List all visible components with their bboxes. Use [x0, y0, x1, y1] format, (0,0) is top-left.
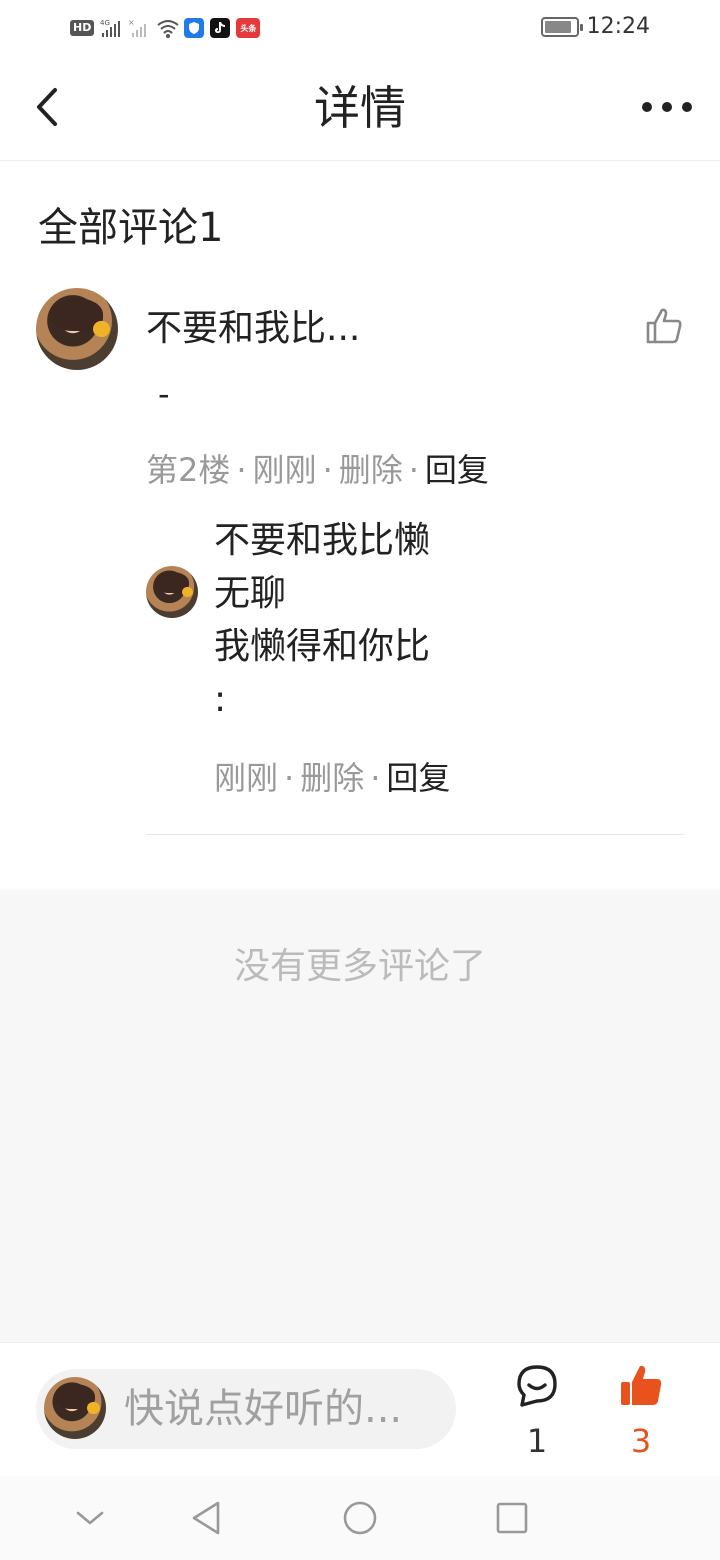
page-title: 详情: [314, 81, 406, 135]
comment-text: -: [158, 375, 170, 413]
status-left: HD 4G × 头条: [70, 16, 261, 40]
comment-time: 刚刚: [252, 451, 317, 489]
reply-text: 不要和我比懒 无聊 我懒得和你比 :: [214, 514, 430, 726]
reply-reply-link[interactable]: 回复: [386, 759, 450, 797]
clock: 12:24: [586, 14, 650, 39]
more-dot-icon: [642, 102, 652, 112]
comment-delete-link[interactable]: 删除: [339, 451, 403, 489]
nav-back-button[interactable]: [186, 1498, 226, 1538]
status-right: 12:24: [540, 14, 650, 39]
no-more-comments-text: 没有更多评论了: [233, 946, 486, 987]
like-button[interactable]: 3: [614, 1363, 668, 1463]
comment-input-placeholder[interactable]: 快说点好听的...: [124, 1383, 402, 1435]
reply-delete-link[interactable]: 删除: [300, 759, 364, 797]
like-count: 3: [630, 1422, 652, 1460]
comment-input[interactable]: 快说点好听的...: [36, 1369, 456, 1449]
more-options-button[interactable]: [642, 92, 692, 122]
meta-separator: ·: [236, 451, 247, 489]
thumbs-up-outline-icon: [646, 308, 682, 344]
commenter-avatar[interactable]: [36, 288, 118, 370]
more-dot-icon: [662, 102, 672, 112]
hd-badge: HD: [70, 20, 95, 36]
comment-divider: [146, 834, 684, 835]
system-nav-bar: [0, 1476, 720, 1560]
comment-meta: 第2楼 · 刚刚 · 删除 · 回复: [146, 448, 489, 492]
shield-app-icon: [184, 18, 205, 38]
comment-reply-link[interactable]: 回复: [425, 451, 489, 489]
meta-separator: ·: [370, 759, 381, 797]
tiktok-app-icon: [210, 18, 231, 38]
comments-end-area: 没有更多评论了: [0, 890, 720, 1342]
svg-text:×: ×: [128, 18, 135, 27]
nav-collapse-button[interactable]: [70, 1498, 110, 1538]
chevron-down-icon: [76, 1511, 104, 1525]
wifi-icon: [156, 17, 179, 39]
commenter-name[interactable]: 不要和我比...: [146, 304, 360, 354]
reply-line: 无聊: [214, 573, 287, 614]
reply-line: 我懒得和你比: [214, 626, 431, 667]
meta-separator: ·: [408, 451, 419, 489]
signal-icon: 4G: [100, 17, 122, 39]
header: 详情: [0, 56, 720, 161]
comments-section-title: 全部评论1: [38, 205, 224, 251]
comment-like-button[interactable]: [644, 306, 684, 346]
signal-empty-icon: ×: [128, 17, 150, 39]
meta-separator: ·: [284, 759, 295, 797]
more-dot-icon: [682, 102, 692, 112]
reply-meta: 刚刚 · 删除 · 回复: [214, 756, 450, 800]
my-avatar: [44, 1377, 106, 1439]
comments-button[interactable]: 1: [510, 1363, 564, 1463]
reply-line: 不要和我比懒: [214, 520, 431, 561]
comment-bubble-icon: [517, 1365, 557, 1407]
comment-count: 1: [526, 1422, 548, 1460]
square-recents-icon: [496, 1502, 528, 1534]
battery-icon: [540, 16, 583, 37]
thumbs-up-filled-icon: [621, 1365, 662, 1405]
circle-home-icon: [343, 1501, 377, 1535]
nav-recents-button[interactable]: [492, 1498, 532, 1538]
nav-home-button[interactable]: [340, 1498, 380, 1538]
reply-line: :: [214, 679, 227, 720]
toutiao-app-icon: 头条: [236, 18, 261, 38]
triangle-back-icon: [192, 1501, 220, 1535]
svg-text:4G: 4G: [100, 19, 110, 27]
bottom-input-bar: 快说点好听的... 1 3: [0, 1342, 720, 1476]
comment-floor: 第2楼: [146, 451, 231, 489]
meta-separator: ·: [322, 451, 333, 489]
reply-avatar[interactable]: [146, 566, 198, 618]
status-bar: HD 4G × 头条 12:24: [0, 0, 720, 56]
reply-time: 刚刚: [214, 759, 279, 797]
